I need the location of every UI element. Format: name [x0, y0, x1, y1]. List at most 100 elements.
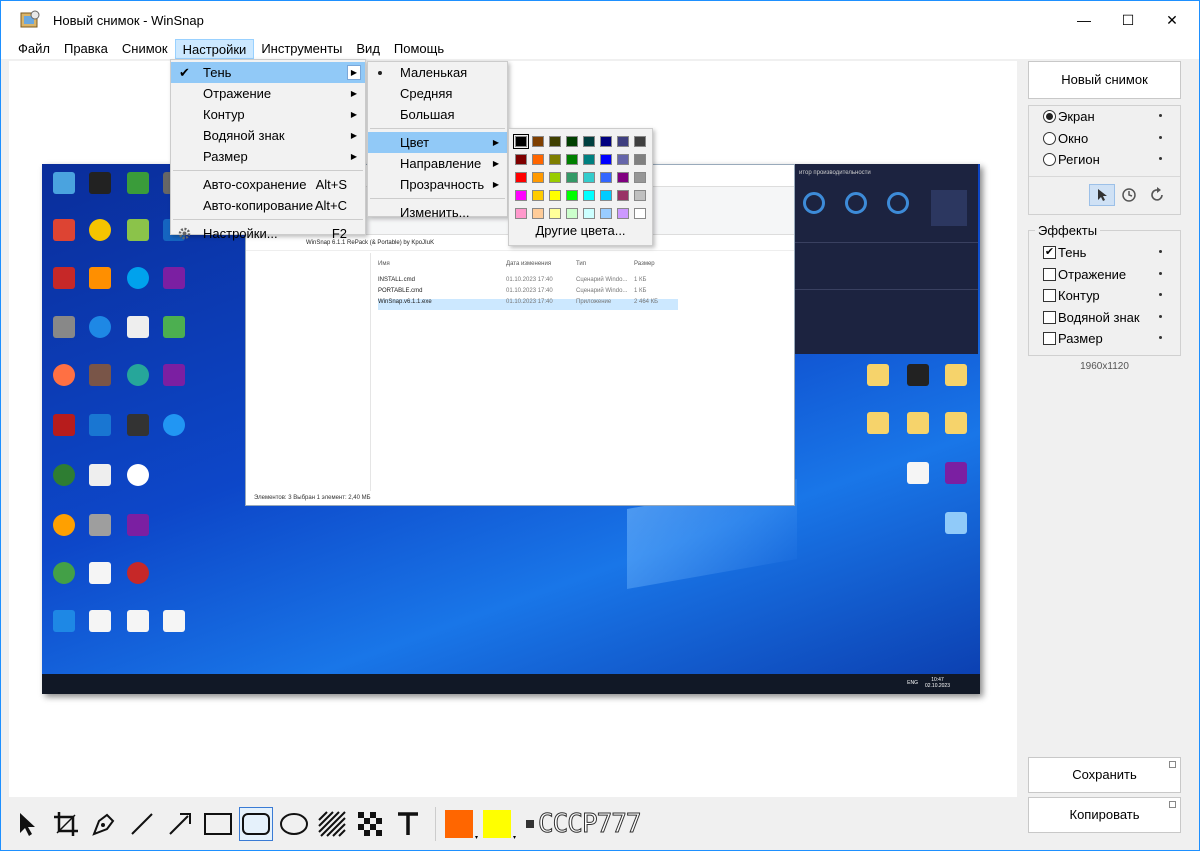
maximize-button[interactable]: ☐: [1105, 1, 1151, 39]
shadow-size-small[interactable]: Маленькая: [368, 62, 507, 83]
color-swatch[interactable]: [549, 136, 561, 147]
color-swatch[interactable]: [532, 136, 544, 147]
color-swatch[interactable]: [532, 208, 544, 219]
mode-window[interactable]: Окно: [1029, 128, 1180, 150]
shadow-size-large[interactable]: Большая: [368, 104, 507, 125]
close-button[interactable]: ✕: [1149, 1, 1195, 39]
color-swatch[interactable]: [583, 172, 595, 183]
settings-item-shadow[interactable]: ✔ Тень ▶: [171, 62, 365, 83]
stroke-color-picker[interactable]: ▾: [480, 807, 516, 841]
shadow-color[interactable]: Цвет ▶: [368, 132, 507, 153]
crop-tool[interactable]: [49, 807, 83, 841]
color-swatch[interactable]: [600, 154, 612, 165]
ellipse-tool[interactable]: [277, 807, 311, 841]
color-swatch[interactable]: [600, 136, 612, 147]
color-swatch[interactable]: [515, 190, 527, 201]
color-swatch[interactable]: [549, 172, 561, 183]
minimize-button[interactable]: —: [1061, 1, 1107, 39]
color-swatch[interactable]: [549, 208, 561, 219]
color-swatch[interactable]: [515, 154, 527, 165]
color-swatch[interactable]: [549, 190, 561, 201]
color-swatch[interactable]: [532, 154, 544, 165]
color-swatch[interactable]: [617, 208, 629, 219]
watermark-checkbox[interactable]: [1043, 310, 1056, 324]
settings-item-autosave[interactable]: Авто-сохранение Alt+S: [171, 174, 365, 195]
line-tool[interactable]: [125, 807, 159, 841]
color-swatch[interactable]: [617, 172, 629, 183]
fill-color-picker[interactable]: ▾: [442, 807, 478, 841]
color-swatch[interactable]: [617, 190, 629, 201]
color-swatch[interactable]: [549, 154, 561, 165]
more-colors-item[interactable]: Другие цвета...: [509, 223, 652, 238]
settings-item-reflection[interactable]: Отражение ▶: [171, 83, 365, 104]
settings-item-outline[interactable]: Контур ▶: [171, 104, 365, 125]
effect-reflection[interactable]: Отражение: [1029, 264, 1180, 286]
pen-tool[interactable]: [87, 807, 121, 841]
menu-file[interactable]: Файл: [11, 39, 57, 59]
color-swatch[interactable]: [634, 172, 646, 183]
reflection-checkbox[interactable]: [1043, 267, 1056, 281]
color-swatch[interactable]: [566, 190, 578, 201]
outline-checkbox[interactable]: [1043, 289, 1056, 303]
repeat-capture-button[interactable]: [1143, 184, 1171, 206]
color-swatch[interactable]: [634, 136, 646, 147]
color-swatch[interactable]: [532, 190, 544, 201]
arrow-tool[interactable]: [163, 807, 197, 841]
effect-watermark[interactable]: Водяной знак: [1029, 307, 1180, 329]
color-swatch[interactable]: [583, 154, 595, 165]
settings-item-preferences[interactable]: Настройки... F2: [171, 223, 365, 244]
color-swatch[interactable]: [513, 134, 529, 149]
rectangle-tool[interactable]: [201, 807, 235, 841]
menu-settings[interactable]: Настройки: [174, 39, 255, 59]
shadow-change[interactable]: Изменить...: [368, 202, 507, 223]
color-swatch[interactable]: [600, 208, 612, 219]
color-swatch[interactable]: [583, 190, 595, 201]
effect-outline[interactable]: Контур: [1029, 285, 1180, 307]
color-swatch[interactable]: [566, 208, 578, 219]
color-swatch[interactable]: [532, 172, 544, 183]
radio-screen[interactable]: [1043, 110, 1056, 124]
color-swatch[interactable]: [566, 136, 578, 147]
color-swatch[interactable]: [634, 154, 646, 165]
shadow-direction[interactable]: Направление ▶: [368, 153, 507, 174]
color-swatch[interactable]: [566, 172, 578, 183]
mode-region[interactable]: Регион: [1029, 149, 1180, 171]
pointer-mode-button[interactable]: [1089, 184, 1115, 206]
shadow-size-medium[interactable]: Средняя: [368, 83, 507, 104]
color-swatch[interactable]: [617, 136, 629, 147]
color-swatch[interactable]: [617, 154, 629, 165]
shadow-checkbox[interactable]: ✔: [1043, 246, 1056, 260]
settings-item-size[interactable]: Размер ▶: [171, 146, 365, 167]
menu-help[interactable]: Помощь: [387, 39, 451, 59]
select-tool[interactable]: [11, 807, 45, 841]
radio-region[interactable]: [1043, 153, 1056, 167]
radio-window[interactable]: [1043, 131, 1056, 145]
rounded-rectangle-tool[interactable]: [239, 807, 273, 841]
shadow-transparency[interactable]: Прозрачность ▶: [368, 174, 507, 195]
pixelate-tool[interactable]: [353, 807, 387, 841]
menu-tools[interactable]: Инструменты: [254, 39, 349, 59]
text-tool[interactable]: [391, 807, 425, 841]
save-button[interactable]: Сохранить: [1028, 757, 1181, 793]
color-swatch[interactable]: [634, 208, 646, 219]
color-swatch[interactable]: [515, 208, 527, 219]
color-swatch[interactable]: [600, 190, 612, 201]
settings-item-watermark[interactable]: Водяной знак ▶: [171, 125, 365, 146]
color-swatch[interactable]: [583, 136, 595, 147]
color-swatch[interactable]: [566, 154, 578, 165]
stamp-tool[interactable]: СССР777: [526, 809, 642, 840]
color-swatch[interactable]: [583, 208, 595, 219]
timer-button[interactable]: [1115, 184, 1143, 206]
color-swatch[interactable]: [634, 190, 646, 201]
size-checkbox[interactable]: [1043, 332, 1056, 346]
hatch-tool[interactable]: [315, 807, 349, 841]
menu-edit[interactable]: Правка: [57, 39, 115, 59]
menu-view[interactable]: Вид: [349, 39, 387, 59]
menu-snapshot[interactable]: Снимок: [115, 39, 175, 59]
mode-screen[interactable]: Экран: [1029, 106, 1180, 128]
effect-shadow[interactable]: ✔ Тень: [1029, 242, 1180, 264]
effect-size[interactable]: Размер: [1029, 328, 1180, 350]
color-swatch[interactable]: [515, 172, 527, 183]
settings-item-autocopy[interactable]: Авто-копирование Alt+C: [171, 195, 365, 216]
new-snapshot-button[interactable]: Новый снимок: [1028, 61, 1181, 99]
